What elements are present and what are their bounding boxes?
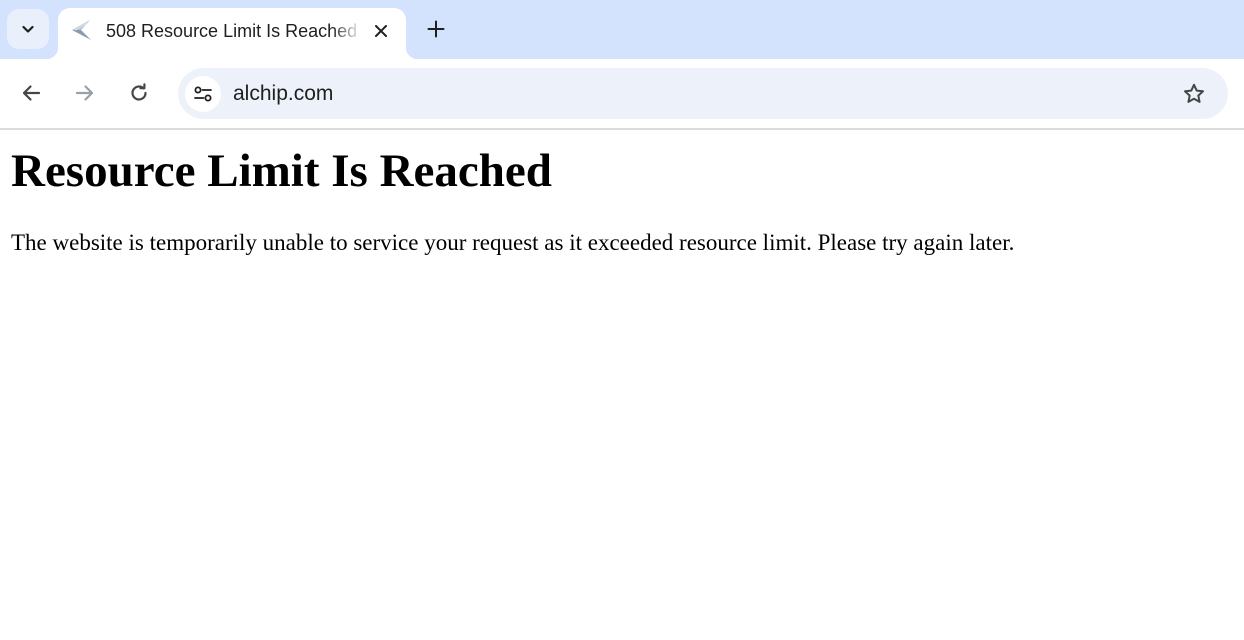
plus-icon	[427, 20, 445, 38]
chevron-down-icon	[22, 25, 34, 33]
arrow-left-icon	[22, 85, 41, 101]
bookmark-button[interactable]	[1180, 80, 1208, 108]
error-message: The website is temporarily unable to ser…	[11, 230, 1015, 255]
url-text[interactable]: alchip.com	[233, 81, 333, 107]
site-favicon-icon	[72, 20, 91, 40]
tune-icon	[194, 86, 212, 102]
tab-title: 508 Resource Limit Is Reached	[106, 21, 358, 41]
reload-icon	[131, 83, 147, 101]
arrow-right-icon	[75, 85, 94, 101]
new-tab-button[interactable]	[420, 13, 452, 45]
close-icon	[375, 25, 387, 37]
browser-toolbar: alchip.com	[0, 59, 1244, 128]
reload-button[interactable]	[122, 76, 156, 110]
tab-search-button[interactable]	[7, 9, 49, 49]
star-icon	[1184, 83, 1204, 103]
tab-close-button[interactable]	[368, 18, 394, 44]
forward-button[interactable]	[68, 76, 102, 110]
page-content: Resource Limit Is Reached The website is…	[0, 130, 1244, 640]
tab-strip: 508 Resource Limit Is Reached	[0, 0, 1244, 59]
site-info-button[interactable]	[185, 76, 221, 112]
page-title: Resource Limit Is Reached	[11, 145, 552, 197]
address-bar[interactable]: alchip.com	[178, 68, 1228, 119]
back-button[interactable]	[14, 76, 48, 110]
active-tab[interactable]: 508 Resource Limit Is Reached	[46, 8, 418, 59]
